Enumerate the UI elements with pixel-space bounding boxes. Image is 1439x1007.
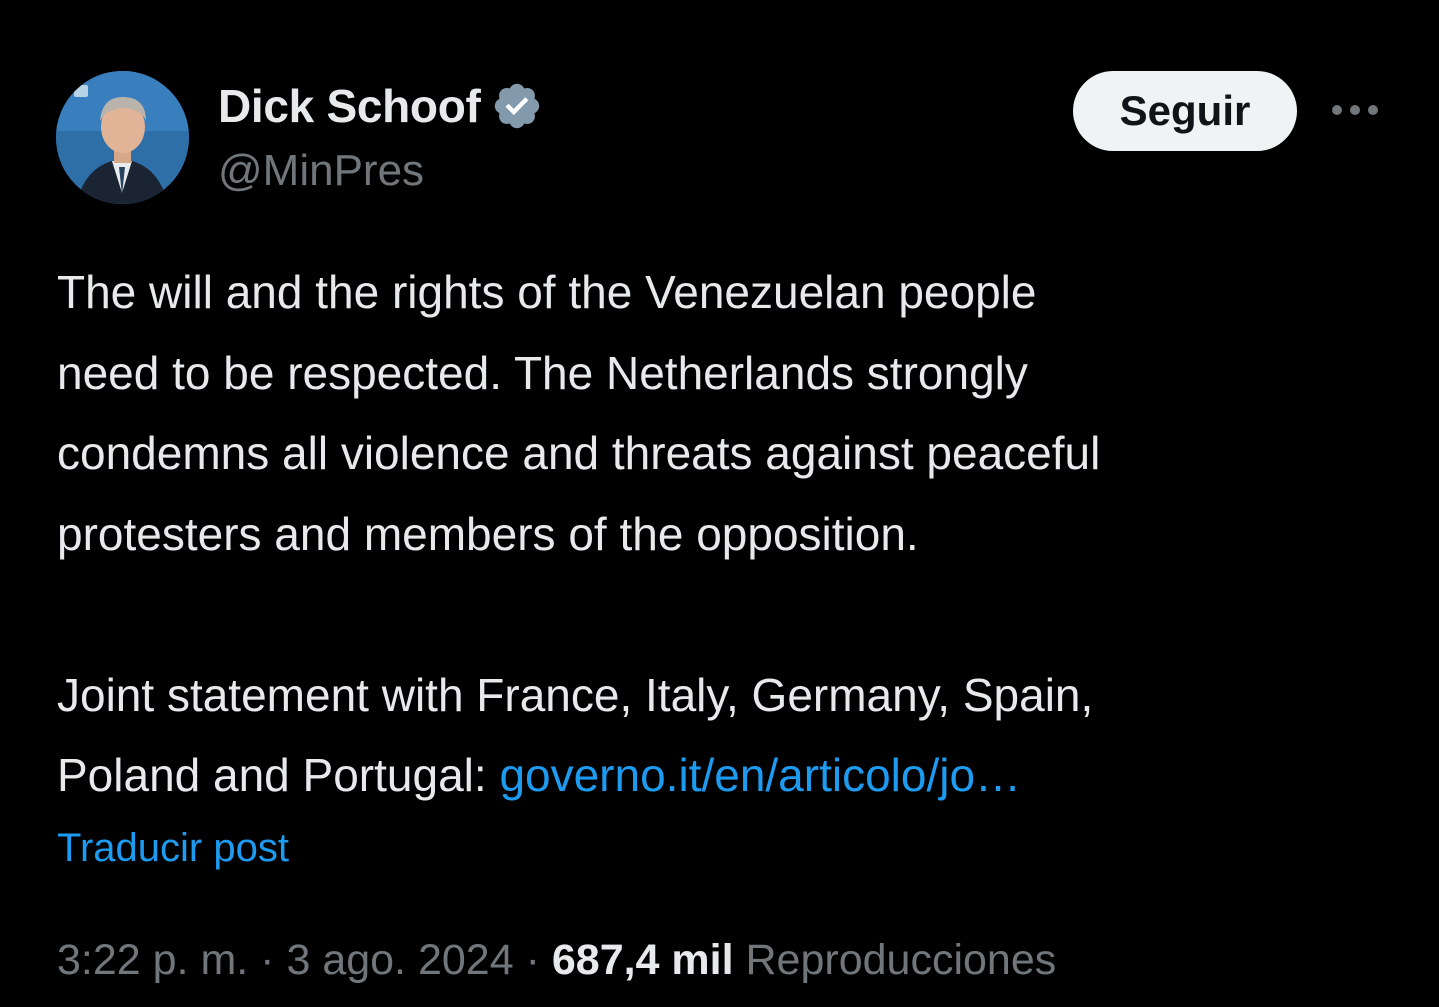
post-text-line: need to be respected. The Netherlands st… [57, 346, 1028, 399]
statement-prefix: Poland and Portugal: [57, 749, 500, 801]
post-metadata: 3:22 p. m. · 3 ago. 2024 · 687,4 mil Rep… [57, 936, 1056, 985]
more-dots-icon [1332, 105, 1378, 115]
more-options-button[interactable] [1326, 84, 1384, 136]
post-text-line: protesters and members of the opposition… [57, 507, 919, 560]
author-name-row: Dick Schoof [218, 78, 543, 134]
post-text-line: The will and the rights of the Venezuela… [57, 266, 1037, 318]
author-handle[interactable]: @MinPres [218, 146, 424, 196]
profile-photo [56, 71, 189, 204]
external-link[interactable]: governo.it/en/articolo/jo… [499, 749, 1021, 801]
meta-separator: · [525, 936, 540, 984]
author-name[interactable]: Dick Schoof [218, 79, 481, 133]
meta-separator: · [260, 936, 275, 984]
verified-badge-icon[interactable] [491, 80, 543, 132]
views-label: Reproducciones [745, 936, 1057, 984]
post-text: The will and the rights of the Venezuela… [57, 252, 1417, 816]
post-date[interactable]: 3 ago. 2024 [286, 936, 513, 984]
translate-post-link[interactable]: Traducir post [57, 826, 289, 871]
follow-button[interactable]: Seguir [1073, 71, 1297, 151]
post-time[interactable]: 3:22 p. m. [57, 936, 248, 984]
statement-line: Joint statement with France, Italy, Germ… [57, 668, 1094, 721]
statement-line-with-link: Poland and Portugal: governo.it/en/artic… [57, 735, 1417, 816]
post-text-line: condemns all violence and threats agains… [57, 427, 1101, 479]
post-author-avatar[interactable] [56, 71, 189, 204]
views-count: 687,4 mil [551, 936, 734, 984]
